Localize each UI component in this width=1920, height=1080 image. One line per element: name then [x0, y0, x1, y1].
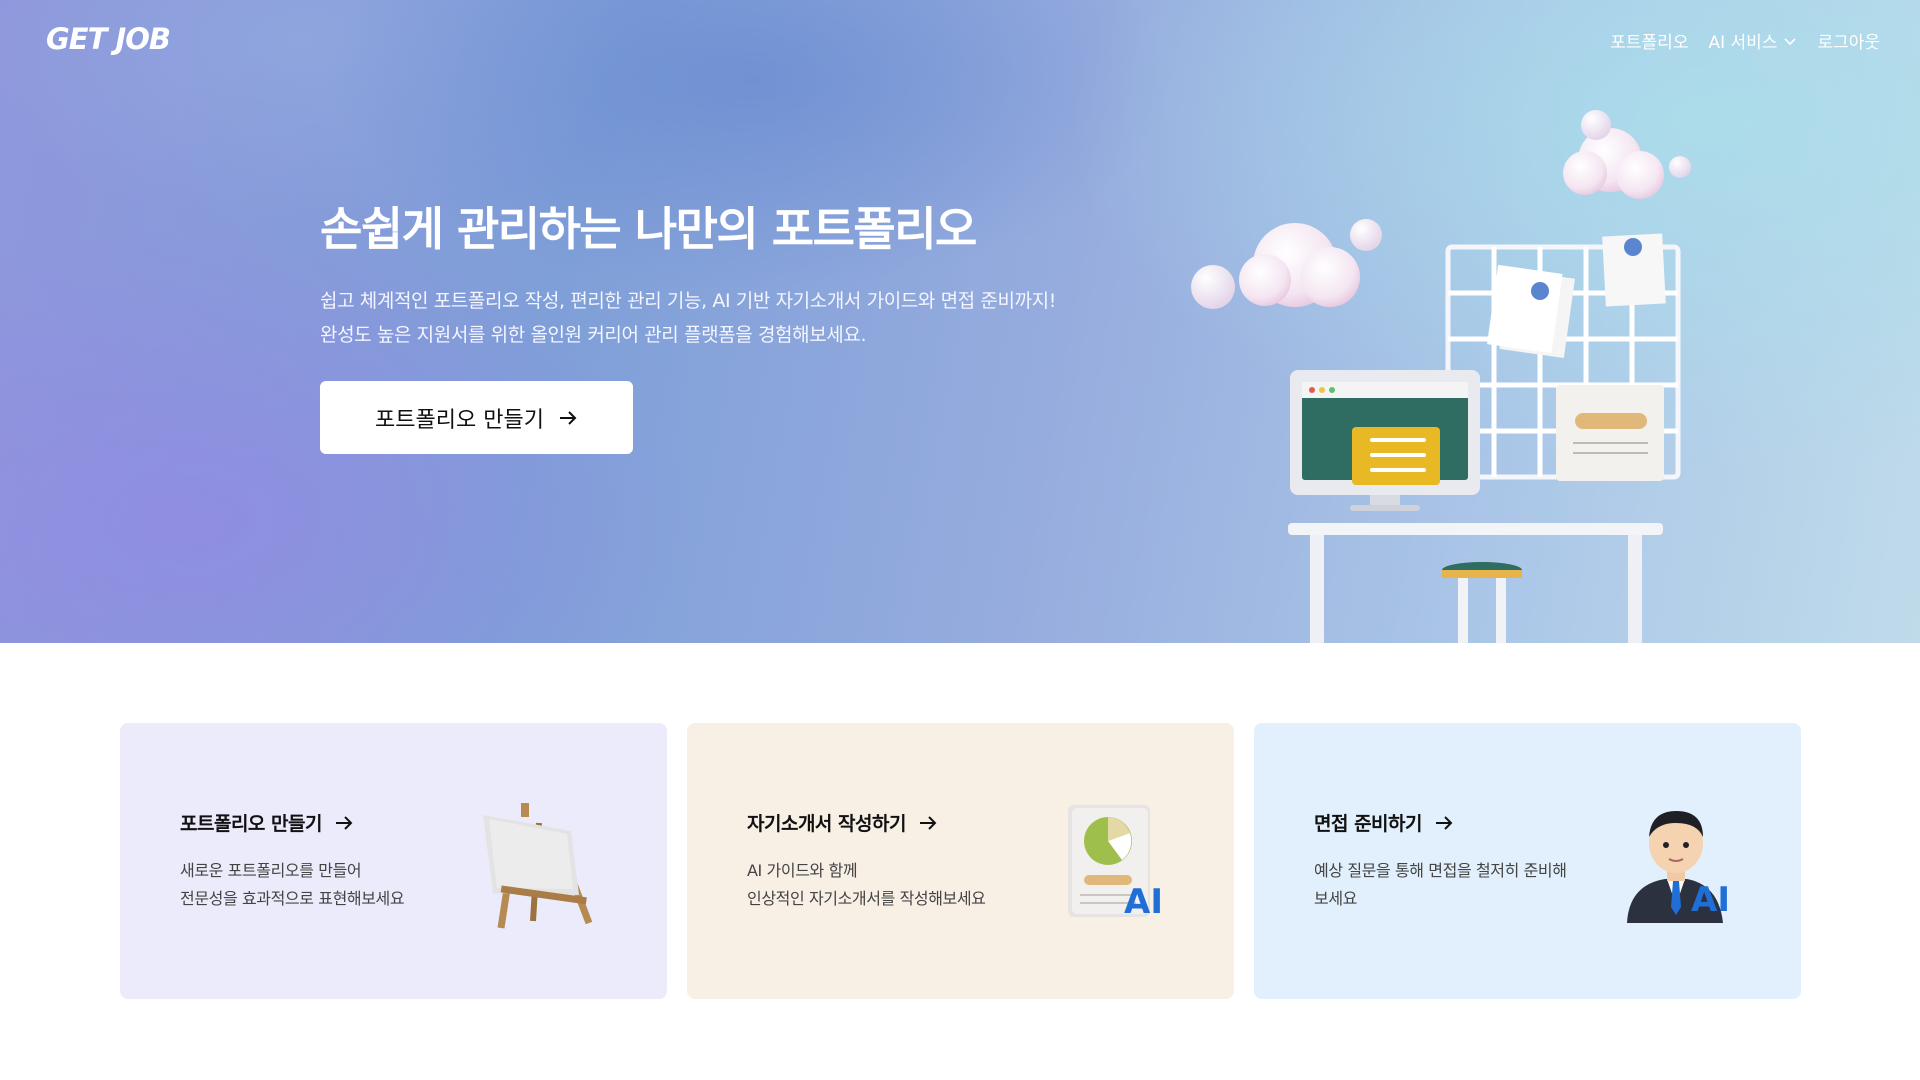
cloud-icon	[1191, 219, 1382, 309]
nav-ai-service-dropdown[interactable]: AI 서비스	[1708, 28, 1797, 53]
feature-cards: 포트폴리오 만들기 새로운 포트폴리오를 만들어 전문성을 효과적으로 표현해보…	[120, 723, 1801, 999]
ai-badge-icon: AI	[1691, 880, 1730, 920]
card-description-line: AI 가이드와 함께	[747, 861, 858, 880]
card-title-label: 자기소개서 작성하기	[747, 813, 906, 835]
cloud-icon	[1563, 110, 1691, 199]
nav-portfolio-label: 포트폴리오	[1610, 33, 1689, 53]
card-description-line: 인상적인 자기소개서를 작성해보세요	[747, 889, 986, 908]
chevron-down-icon	[1784, 37, 1797, 45]
top-nav: 포트폴리오 AI 서비스 로그아웃	[1610, 28, 1880, 53]
card-title-label: 포트폴리오 만들기	[180, 813, 322, 835]
nav-portfolio[interactable]: 포트폴리오	[1610, 28, 1688, 53]
portfolio-card[interactable]: 포트폴리오 만들기 새로운 포트폴리오를 만들어 전문성을 효과적으로 표현해보…	[120, 723, 667, 999]
card-description-line: 예상 질문을 통해 면접을 철저히 준비해	[1314, 861, 1567, 880]
hero-subtitle-line: 쉽고 체계적인 포트폴리오 작성, 편리한 관리 기능, AI 기반 자기소개서…	[320, 290, 1056, 312]
card-title-label: 면접 준비하기	[1314, 813, 1423, 835]
ai-badge-icon: AI	[1124, 882, 1163, 922]
card-description: AI 가이드와 함께 인상적인 자기소개서를 작성해보세요	[747, 857, 986, 913]
logo[interactable]: GET JOB	[46, 22, 171, 56]
card-title: 자기소개서 작성하기	[747, 809, 938, 836]
card-title: 면접 준비하기	[1314, 809, 1454, 836]
hero-subtitle-line: 완성도 높은 지원서를 위한 올인원 커리어 관리 플랫폼을 경험해보세요.	[320, 324, 867, 346]
ai-interviewer-icon: AI	[1627, 811, 1730, 923]
monitor-icon	[1290, 370, 1480, 511]
nav-ai-service-label: AI 서비스	[1708, 33, 1778, 53]
create-portfolio-button-label: 포트폴리오 만들기	[375, 407, 544, 433]
hero-banner: GET JOB 포트폴리오 AI 서비스 로그아웃 손쉽게 관리하는 나만의 포…	[0, 0, 1920, 643]
desk-icon	[1288, 523, 1663, 643]
card-title: 포트폴리오 만들기	[180, 809, 354, 836]
card-description: 새로운 포트폴리오를 만들어 전문성을 효과적으로 표현해보세요	[180, 857, 405, 913]
arrow-right-icon	[919, 815, 937, 830]
interview-card[interactable]: 면접 준비하기 예상 질문을 통해 면접을 철저히 준비해 보세요 AI	[1254, 723, 1801, 999]
easel-icon	[483, 803, 593, 929]
card-description-line: 새로운 포트폴리오를 만들어	[180, 861, 362, 880]
nav-logout-label: 로그아웃	[1817, 33, 1880, 53]
card-description-line: 보세요	[1314, 889, 1357, 908]
card-description-line: 전문성을 효과적으로 표현해보세요	[180, 889, 405, 908]
arrow-right-icon	[335, 815, 353, 830]
arrow-right-icon	[1436, 815, 1453, 830]
nav-logout[interactable]: 로그아웃	[1817, 28, 1880, 53]
arrow-right-icon	[559, 410, 577, 425]
desk-workspace-illustration	[1191, 110, 1691, 643]
create-portfolio-button[interactable]: 포트폴리오 만들기	[320, 381, 633, 454]
hero-title: 손쉽게 관리하는 나만의 포트폴리오	[320, 202, 977, 256]
ai-document-icon: AI	[1068, 805, 1163, 922]
cover-letter-card[interactable]: 자기소개서 작성하기 AI 가이드와 함께 인상적인 자기소개서를 작성해보세요…	[687, 723, 1234, 999]
card-description: 예상 질문을 통해 면접을 철저히 준비해 보세요	[1314, 857, 1567, 913]
hero-subtitle: 쉽고 체계적인 포트폴리오 작성, 편리한 관리 기능, AI 기반 자기소개서…	[320, 284, 1056, 352]
